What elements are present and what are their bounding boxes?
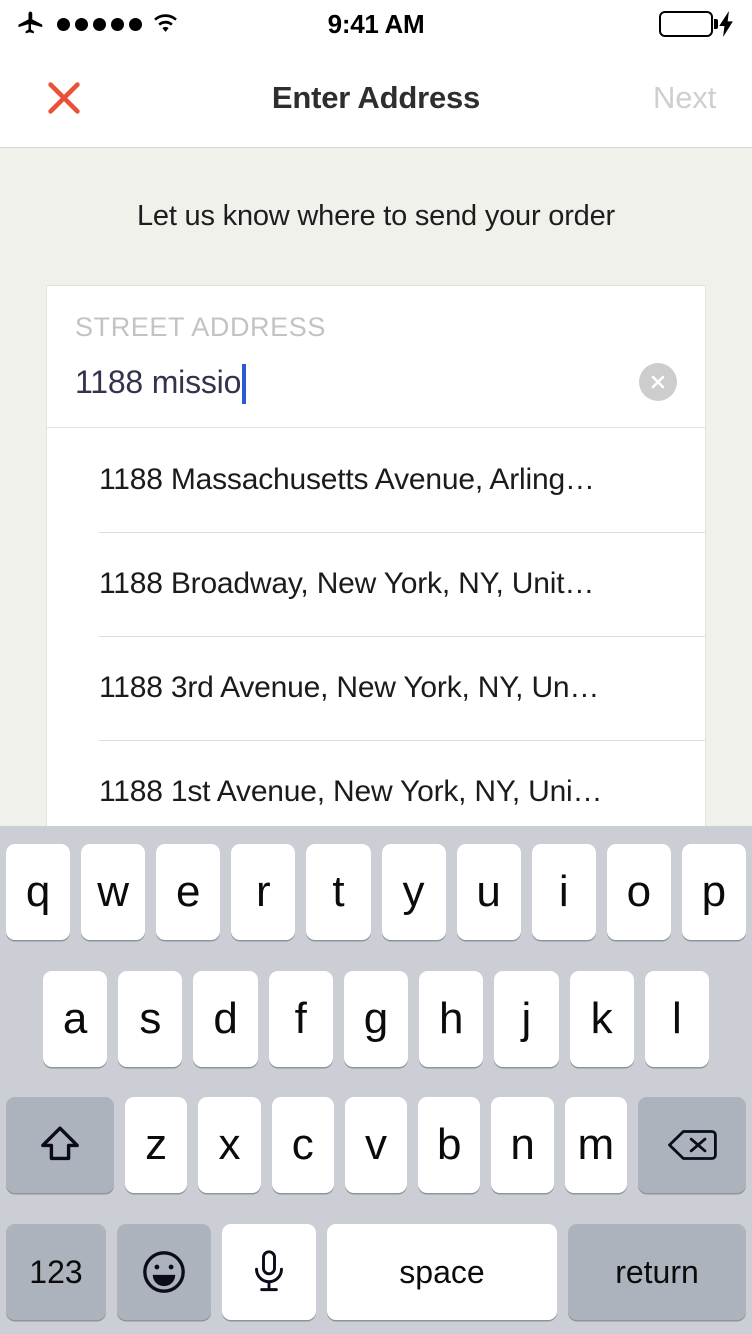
shift-arrow-up-icon <box>36 1121 84 1169</box>
lightning-bolt-icon <box>718 11 736 37</box>
key-m[interactable]: m <box>564 1097 627 1194</box>
keyboard-row-4: 123 space return <box>0 1216 752 1328</box>
close-button[interactable] <box>36 70 92 126</box>
address-suggestion-list: 1188 Massachusetts Avenue, Arling… 1188 … <box>47 428 705 826</box>
subtitle-text: Let us know where to send your order <box>136 200 615 232</box>
key-u[interactable]: u <box>456 844 521 940</box>
backspace-delete-icon <box>666 1125 718 1165</box>
key-a[interactable]: a <box>43 970 108 1067</box>
key-s[interactable]: s <box>118 970 183 1067</box>
page-title: Enter Address <box>271 79 481 115</box>
close-x-icon <box>41 75 87 121</box>
keyboard-row-3: z x c v b n m <box>0 1089 752 1201</box>
shift-key[interactable] <box>6 1097 115 1194</box>
clear-input-button[interactable] <box>639 363 677 401</box>
next-button[interactable]: Next <box>653 80 716 116</box>
keyboard-row-2: a s d f g h j k l <box>0 963 752 1075</box>
key-z[interactable]: z <box>125 1097 188 1194</box>
key-e[interactable]: e <box>156 844 221 940</box>
numbers-key[interactable]: 123 <box>6 1223 106 1320</box>
status-bar-right <box>659 11 736 37</box>
emoji-key[interactable] <box>117 1223 211 1320</box>
key-b[interactable]: b <box>418 1097 481 1194</box>
street-address-field[interactable]: STREET ADDRESS 1188 missio <box>47 286 705 428</box>
text-cursor <box>242 364 247 404</box>
clear-circle-x-icon <box>648 372 668 392</box>
signal-strength-dots <box>57 17 142 31</box>
key-k[interactable]: k <box>569 970 634 1067</box>
list-item[interactable]: 1188 3rd Avenue, New York, NY, Un… <box>47 636 705 740</box>
key-w[interactable]: w <box>81 844 146 940</box>
navigation-bar: Enter Address Next <box>0 48 752 148</box>
street-address-input[interactable]: 1188 missio <box>75 364 241 401</box>
list-item[interactable]: 1188 Massachusetts Avenue, Arling… <box>47 428 705 532</box>
wifi-icon <box>153 13 178 35</box>
key-d[interactable]: d <box>193 970 258 1067</box>
return-key[interactable]: return <box>568 1223 746 1320</box>
key-t[interactable]: t <box>306 844 371 940</box>
key-i[interactable]: i <box>531 844 596 940</box>
street-address-input-row: 1188 missio <box>75 357 677 407</box>
microphone-icon <box>247 1248 291 1296</box>
key-l[interactable]: l <box>644 970 709 1067</box>
on-screen-keyboard: q w e r t y u i o p a s d f g h j k l z … <box>0 826 752 1334</box>
key-j[interactable]: j <box>494 970 559 1067</box>
airplane-icon <box>16 9 46 39</box>
backspace-key[interactable] <box>637 1097 746 1194</box>
keyboard-row-1: q w e r t y u i o p <box>0 836 752 948</box>
key-c[interactable]: c <box>271 1097 334 1194</box>
battery-full-icon <box>659 11 718 37</box>
address-card: STREET ADDRESS 1188 missio 1188 Massachu… <box>46 285 706 826</box>
key-p[interactable]: p <box>681 844 746 940</box>
status-bar: 9:41 AM <box>0 0 752 48</box>
content-area: Let us know where to send your order STR… <box>0 148 752 826</box>
key-f[interactable]: f <box>268 970 333 1067</box>
key-g[interactable]: g <box>343 970 409 1067</box>
key-n[interactable]: n <box>491 1097 554 1194</box>
key-x[interactable]: x <box>198 1097 261 1194</box>
status-bar-left <box>16 9 178 39</box>
list-item[interactable]: 1188 1st Avenue, New York, NY, Uni… <box>47 740 705 826</box>
street-address-label: STREET ADDRESS <box>75 312 326 342</box>
space-key[interactable]: space <box>327 1223 557 1320</box>
phone-screen: 9:41 AM Enter Address Next Let us know w… <box>0 0 752 1334</box>
emoji-smiley-icon <box>139 1247 189 1297</box>
key-q[interactable]: q <box>6 844 71 940</box>
key-y[interactable]: y <box>381 844 446 940</box>
key-o[interactable]: o <box>606 844 671 940</box>
key-v[interactable]: v <box>344 1097 408 1194</box>
key-r[interactable]: r <box>231 844 296 940</box>
list-item[interactable]: 1188 Broadway, New York, NY, Unit… <box>47 532 705 636</box>
dictation-key[interactable] <box>222 1223 316 1320</box>
key-h[interactable]: h <box>419 970 484 1067</box>
